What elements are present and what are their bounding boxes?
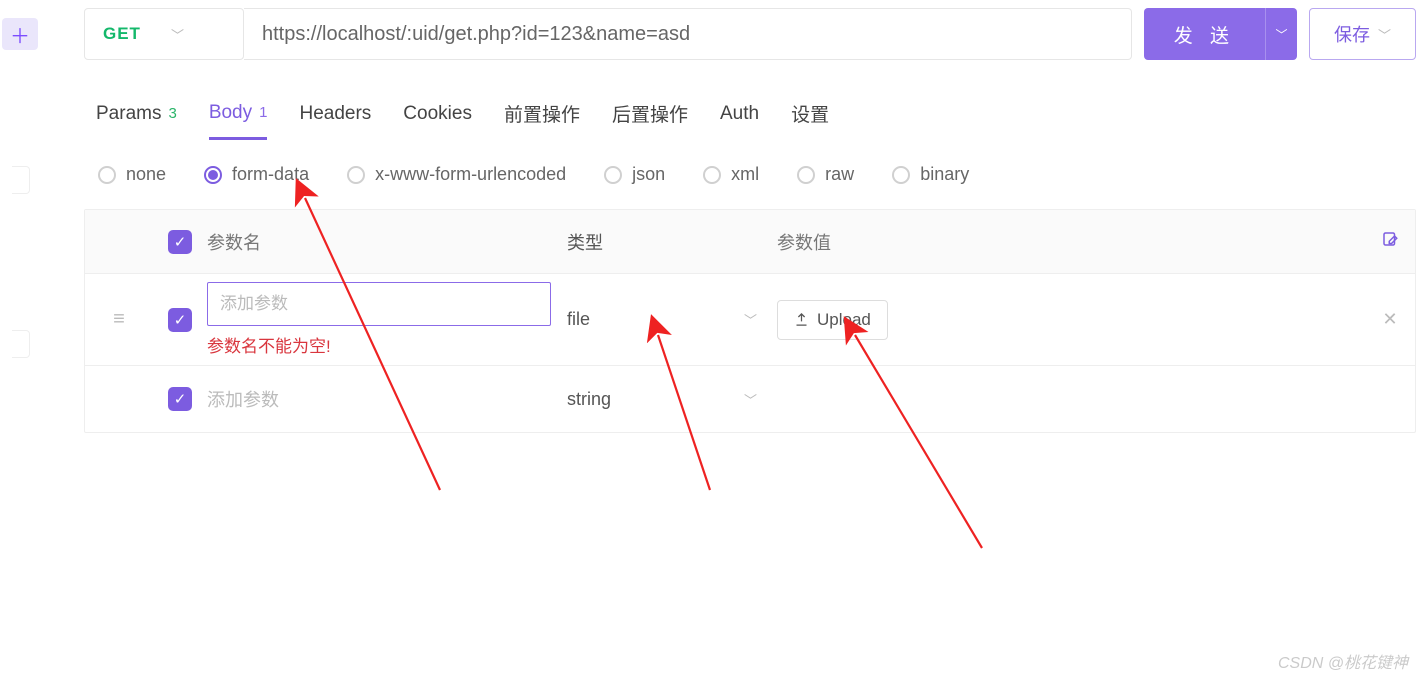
body-type-raw[interactable]: raw [797, 164, 854, 185]
tab-post-action[interactable]: 后置操作 [612, 100, 688, 139]
table-header-row: ✓ 参数名 类型 参数值 [85, 210, 1415, 274]
select-all-checkbox[interactable]: ✓ [168, 230, 192, 254]
tab-label: 设置 [791, 100, 829, 127]
radio-icon [347, 166, 365, 184]
body-type-radio-group: none form-data x-www-form-urlencoded jso… [84, 164, 1416, 185]
col-type-header: 类型 [567, 229, 603, 255]
rail-slot[interactable] [12, 330, 30, 358]
chevron-down-icon: ﹀ [744, 310, 757, 329]
radio-label: json [632, 164, 665, 185]
url-text: https://localhost/:uid/get.php?id=123&na… [262, 23, 690, 46]
save-button[interactable]: 保存 ﹀ [1309, 8, 1416, 60]
radio-label: binary [920, 164, 969, 185]
chevron-down-icon: ﹀ [1275, 26, 1287, 43]
tab-headers[interactable]: Headers [299, 100, 371, 139]
body-type-none[interactable]: none [98, 164, 166, 185]
url-input[interactable]: https://localhost/:uid/get.php?id=123&na… [244, 8, 1132, 60]
bulk-edit-icon[interactable] [1381, 230, 1399, 253]
http-method-label: GET [103, 24, 141, 44]
http-method-select[interactable]: GET ﹀ [84, 8, 244, 60]
tab-settings[interactable]: 设置 [791, 100, 829, 139]
delete-row-icon[interactable]: ✕ [1382, 309, 1397, 330]
drag-handle-icon[interactable]: ≡ [113, 308, 125, 331]
plus-icon: ＋ [10, 20, 30, 49]
form-data-table: ✓ 参数名 类型 参数值 ≡ ✓ 参数名不能为空! file ﹀ [84, 209, 1416, 433]
tab-label: Headers [299, 103, 371, 125]
param-type-select[interactable]: string ﹀ [567, 389, 777, 410]
radio-label: form-data [232, 164, 309, 185]
body-type-binary[interactable]: binary [892, 164, 969, 185]
radio-icon [703, 166, 721, 184]
param-type-label: string [567, 389, 611, 410]
send-dropdown-button[interactable]: ﹀ [1265, 8, 1297, 60]
upload-label: Upload [817, 310, 871, 330]
tab-label: Cookies [403, 103, 472, 125]
radio-label: raw [825, 164, 854, 185]
body-type-x-www[interactable]: x-www-form-urlencoded [347, 164, 566, 185]
tab-label: Params [96, 103, 161, 125]
body-type-xml[interactable]: xml [703, 164, 759, 185]
tab-count: 3 [168, 105, 176, 122]
param-name-error: 参数名不能为空! [207, 332, 551, 357]
body-type-form-data[interactable]: form-data [204, 164, 309, 185]
param-type-select[interactable]: file ﹀ [567, 309, 777, 330]
send-label: 发 送 [1174, 21, 1235, 48]
radio-label: none [126, 164, 166, 185]
radio-icon [204, 166, 222, 184]
param-name-placeholder[interactable]: 添加参数 [207, 390, 279, 410]
chevron-down-icon: ﹀ [1378, 25, 1391, 44]
tab-auth[interactable]: Auth [720, 100, 759, 139]
col-name-header: 参数名 [207, 233, 261, 253]
send-button[interactable]: 发 送 [1144, 8, 1265, 60]
chevron-down-icon: ﹀ [744, 390, 757, 409]
param-name-input[interactable] [207, 282, 551, 326]
add-tab-button[interactable]: ＋ [2, 18, 38, 50]
request-bar: GET ﹀ https://localhost/:uid/get.php?id=… [84, 8, 1416, 60]
tab-label: Body [209, 102, 252, 124]
tab-label: 前置操作 [504, 100, 580, 127]
row-checkbox[interactable]: ✓ [168, 387, 192, 411]
radio-icon [98, 166, 116, 184]
param-type-label: file [567, 309, 590, 330]
save-label: 保存 [1334, 21, 1370, 47]
radio-label: xml [731, 164, 759, 185]
radio-label: x-www-form-urlencoded [375, 164, 566, 185]
table-row: ≡ ✓ 参数名不能为空! file ﹀ Upload ✕ [85, 274, 1415, 366]
row-checkbox[interactable]: ✓ [168, 308, 192, 332]
tab-count: 1 [259, 104, 267, 121]
tab-pre-action[interactable]: 前置操作 [504, 100, 580, 139]
upload-button[interactable]: Upload [777, 300, 888, 340]
watermark: CSDN @桃花键神 [1278, 649, 1408, 673]
radio-icon [892, 166, 910, 184]
col-value-header: 参数值 [777, 229, 831, 255]
body-type-json[interactable]: json [604, 164, 665, 185]
rail-slot[interactable] [12, 166, 30, 194]
tab-label: 后置操作 [612, 100, 688, 127]
tab-body[interactable]: Body 1 [209, 100, 268, 140]
request-tabs: Params 3 Body 1 Headers Cookies 前置操作 后置操… [84, 100, 1416, 140]
tab-cookies[interactable]: Cookies [403, 100, 472, 139]
tab-label: Auth [720, 103, 759, 125]
chevron-down-icon: ﹀ [171, 25, 184, 44]
table-row: ✓ 添加参数 string ﹀ [85, 366, 1415, 432]
tab-params[interactable]: Params 3 [96, 100, 177, 139]
upload-icon [794, 312, 809, 327]
radio-icon [797, 166, 815, 184]
radio-icon [604, 166, 622, 184]
